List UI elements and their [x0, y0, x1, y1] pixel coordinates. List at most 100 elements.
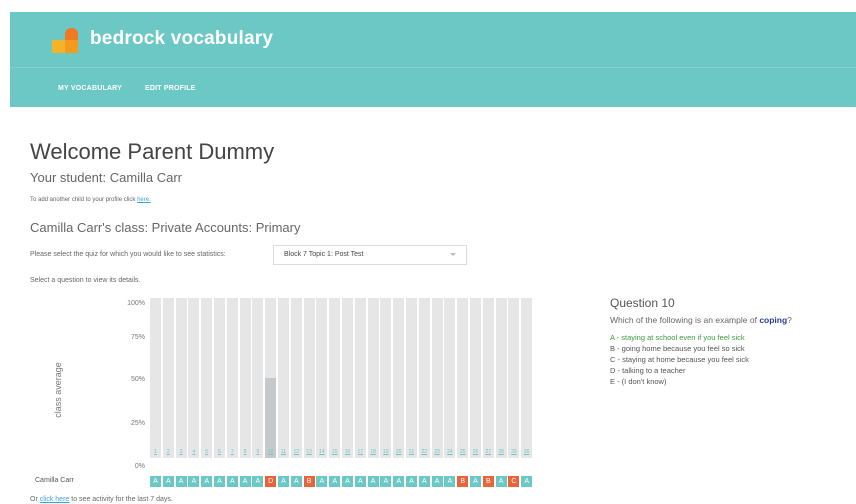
student-answer-cell: A [367, 476, 379, 487]
question-number-link[interactable]: 7 [227, 449, 238, 455]
question-column-10[interactable]: 10 [265, 298, 277, 458]
question-number-link[interactable]: 26 [470, 449, 481, 455]
question-column-14[interactable]: 14 [316, 298, 328, 458]
question-column-11[interactable]: 11 [278, 298, 289, 458]
student-answer-cell: A [150, 476, 161, 487]
question-column-16[interactable]: 16 [342, 298, 353, 458]
question-suffix: ? [787, 315, 792, 325]
question-number-link[interactable]: 24 [444, 449, 455, 455]
y-tick-label: 0% [134, 463, 145, 470]
question-number-link[interactable]: 9 [252, 449, 263, 455]
student-answer-cell: A [470, 476, 481, 487]
bedrock-logo-icon[interactable] [52, 28, 82, 56]
student-answer-cell: A [188, 476, 200, 487]
question-column-17[interactable]: 17 [354, 298, 366, 458]
student-answer-cell: A [226, 476, 238, 487]
student-answer-cell: A [354, 476, 366, 487]
question-number-link[interactable]: 5 [201, 449, 212, 455]
question-column-22[interactable]: 22 [418, 298, 430, 458]
footer-note: Or click here to see activity for the la… [30, 496, 173, 503]
question-number-link[interactable]: 15 [329, 449, 340, 455]
question-number-link[interactable]: 30 [521, 449, 532, 455]
answer-option: D - talking to a teacher [610, 366, 686, 375]
question-column-2[interactable]: 2 [162, 298, 174, 458]
question-number-link[interactable]: 25 [457, 449, 468, 455]
activity-link[interactable]: click here [40, 496, 70, 503]
question-column-9[interactable]: 9 [252, 298, 264, 458]
question-column-5[interactable]: 5 [201, 298, 213, 458]
question-column-25[interactable]: 25 [457, 298, 469, 458]
question-column-20[interactable]: 20 [393, 298, 405, 458]
student-answer-cell: B [482, 476, 494, 487]
question-number-link[interactable]: 6 [214, 449, 225, 455]
student-answer-cell: C [508, 476, 520, 487]
top-banner: bedrock vocabulary MY VOCABULARY EDIT PR… [10, 12, 856, 107]
question-number-link[interactable]: 14 [316, 449, 327, 455]
question-column-23[interactable]: 23 [431, 298, 443, 458]
student-row-label: Camilla Carr [35, 477, 74, 484]
question-number-link[interactable]: 10 [265, 449, 276, 455]
question-number-link[interactable]: 11 [278, 449, 289, 455]
question-column-26[interactable]: 26 [470, 298, 481, 458]
question-column-7[interactable]: 7 [226, 298, 238, 458]
student-answer-cell: A [495, 476, 507, 487]
student-answer-cell: A [290, 476, 302, 487]
quiz-select[interactable]: Block 7 Topic 1: Post Test [273, 245, 467, 265]
nav-edit-profile[interactable]: EDIT PROFILE [145, 85, 196, 92]
question-number-link[interactable]: 8 [240, 449, 251, 455]
nav-my-vocabulary[interactable]: MY VOCABULARY [58, 85, 122, 92]
question-column-13[interactable]: 13 [303, 298, 315, 458]
question-column-4[interactable]: 4 [188, 298, 200, 458]
add-child-text: To add another child to your profile cli… [30, 197, 136, 203]
chevron-down-icon [450, 253, 456, 256]
student-answer-cell: D [265, 476, 277, 487]
question-column-18[interactable]: 18 [367, 298, 379, 458]
question-column-27[interactable]: 27 [482, 298, 494, 458]
question-number-link[interactable]: 22 [419, 449, 430, 455]
question-column-6[interactable]: 6 [214, 298, 225, 458]
y-tick-label: 75% [130, 334, 145, 341]
question-number-link[interactable]: 17 [355, 449, 366, 455]
answer-options: A - staying at school even if you feel s… [610, 332, 850, 387]
question-number-link[interactable]: 16 [342, 449, 353, 455]
question-number-link[interactable]: 2 [163, 449, 174, 455]
question-column-21[interactable]: 21 [406, 298, 417, 458]
question-number-link[interactable]: 13 [304, 449, 315, 455]
question-number-link[interactable]: 3 [176, 449, 187, 455]
student-answer-cell: A [393, 476, 405, 487]
question-number-link[interactable]: 23 [432, 449, 443, 455]
question-number-link[interactable]: 20 [393, 449, 404, 455]
question-column-29[interactable]: 29 [508, 298, 520, 458]
footer-suffix: to see activity for the last 7 days. [71, 496, 173, 503]
question-column-8[interactable]: 8 [239, 298, 251, 458]
y-axis-title: class average [53, 362, 63, 418]
question-column-15[interactable]: 15 [329, 298, 341, 458]
student-answer-cell: A [162, 476, 174, 487]
footer-prefix: Or [30, 496, 38, 503]
question-number-link[interactable]: 4 [188, 449, 199, 455]
question-column-19[interactable]: 19 [380, 298, 392, 458]
question-number-link[interactable]: 18 [368, 449, 379, 455]
y-tick-label: 100% [127, 300, 145, 307]
question-number-link[interactable]: 29 [508, 449, 519, 455]
question-column-3[interactable]: 3 [175, 298, 187, 458]
question-number-link[interactable]: 1 [150, 449, 161, 455]
student-answer-cell: A [431, 476, 443, 487]
question-column-28[interactable]: 28 [495, 298, 507, 458]
question-column-30[interactable]: 30 [521, 298, 533, 458]
question-number-link[interactable]: 21 [406, 449, 417, 455]
question-number-link[interactable]: 28 [496, 449, 507, 455]
question-column-12[interactable]: 12 [290, 298, 302, 458]
question-prefix: Which of the following is an example of [610, 315, 757, 325]
question-number-link[interactable]: 12 [291, 449, 302, 455]
question-column-1[interactable]: 1 [150, 298, 161, 458]
question-number-link[interactable]: 27 [483, 449, 494, 455]
student-answer-cell: A [444, 476, 456, 487]
add-child-link[interactable]: here. [137, 197, 151, 203]
question-column-24[interactable]: 24 [444, 298, 456, 458]
y-tick-label: 50% [130, 376, 145, 383]
brand-name[interactable]: bedrock vocabulary [90, 28, 273, 50]
student-answer-cell: A [521, 476, 533, 487]
question-number-link[interactable]: 19 [380, 449, 391, 455]
student-answer-cell: A [380, 476, 392, 487]
